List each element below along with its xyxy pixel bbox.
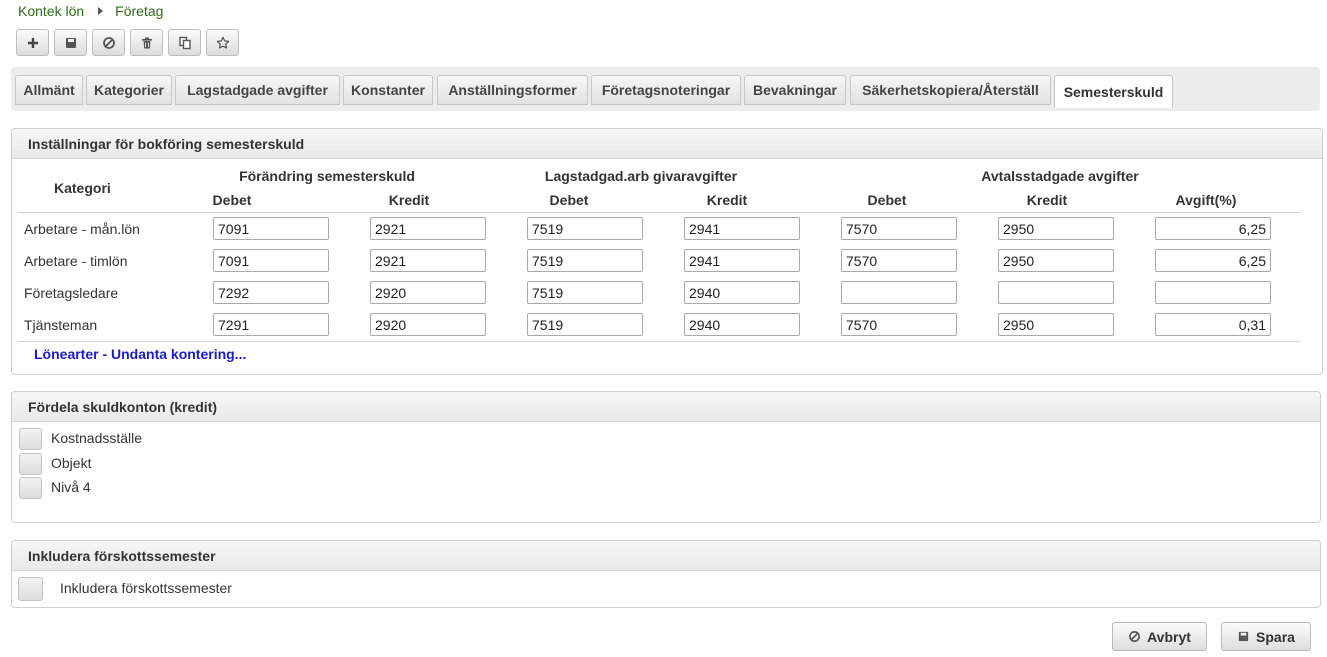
header-avtalsstadgade-avgifter: Avtalsstadgade avgifter bbox=[981, 168, 1139, 184]
save-icon bbox=[1238, 631, 1249, 642]
table-top-divider bbox=[18, 212, 1300, 213]
kredit-forandring-tjansteman[interactable] bbox=[370, 313, 486, 336]
debet-forandring-arbetare-timlon[interactable] bbox=[213, 249, 329, 272]
tab-foretagsnoteringar[interactable]: Företagsnoteringar bbox=[591, 75, 741, 105]
cancel-icon bbox=[1129, 631, 1141, 642]
breadcrumb-arrow-icon bbox=[98, 7, 104, 15]
bookkeeping-panel-title: Inställningar för bokföring semesterskul… bbox=[12, 129, 1322, 159]
kredit-avtal-arbetare-manlon[interactable] bbox=[998, 217, 1114, 240]
lonearter-undanta-link[interactable]: Lönearter - Undanta kontering... bbox=[34, 346, 246, 362]
kredit-forandring-foretagsledare[interactable] bbox=[370, 281, 486, 304]
kredit-lagstadgad-tjansteman[interactable] bbox=[684, 313, 800, 336]
delete-button[interactable] bbox=[130, 29, 163, 56]
row-label-tjansteman: Tjänsteman bbox=[24, 317, 98, 333]
breadcrumb-current[interactable]: Företag bbox=[115, 3, 163, 19]
kredit-avtal-arbetare-timlon[interactable] bbox=[998, 249, 1114, 272]
kredit-forandring-arbetare-manlon[interactable] bbox=[370, 217, 486, 240]
breadcrumb: Kontek lön Företag bbox=[18, 2, 163, 20]
subheader-debet-2: Debet bbox=[549, 192, 589, 208]
debet-lagstadgad-arbetare-timlon[interactable] bbox=[527, 249, 643, 272]
cancel-toolbar-button[interactable] bbox=[92, 29, 125, 56]
kredit-lagstadgad-arbetare-manlon[interactable] bbox=[684, 217, 800, 240]
debet-forandring-arbetare-manlon[interactable] bbox=[213, 217, 329, 240]
plus-icon bbox=[27, 37, 38, 48]
breadcrumb-root[interactable]: Kontek lön bbox=[18, 3, 84, 19]
table-bottom-divider bbox=[18, 341, 1300, 342]
header-forandring-semesterskuld: Förändring semesterskuld bbox=[239, 168, 415, 184]
star-icon bbox=[216, 36, 229, 49]
debet-lagstadgad-arbetare-manlon[interactable] bbox=[527, 217, 643, 240]
debet-lagstadgad-foretagsledare[interactable] bbox=[527, 281, 643, 304]
header-lagstadgad-givaravgifter: Lagstadgad.arb givaravgifter bbox=[544, 168, 738, 184]
tab-anstallningsformer[interactable]: Anställningsformer bbox=[437, 75, 588, 105]
subheader-debet-1: Debet bbox=[212, 192, 252, 208]
bookkeeping-panel: Inställningar för bokföring semesterskul… bbox=[11, 128, 1323, 375]
tab-bevakningar[interactable]: Bevakningar bbox=[744, 75, 846, 105]
kostnadsstalle-label: Kostnadsställe bbox=[51, 430, 143, 446]
avgift-arbetare-timlon[interactable] bbox=[1155, 249, 1271, 272]
niva4-checkbox[interactable] bbox=[19, 477, 42, 499]
avbryt-label: Avbryt bbox=[1147, 628, 1191, 645]
inkludera-forskottssemester-label: Inkludera förskottssemester bbox=[60, 580, 232, 596]
avbryt-button[interactable]: Avbryt bbox=[1112, 622, 1207, 651]
toolbar bbox=[16, 29, 239, 56]
debet-avtal-foretagsledare[interactable] bbox=[841, 281, 957, 304]
inkludera-forskottssemester-checkbox[interactable] bbox=[18, 577, 43, 601]
objekt-checkbox[interactable] bbox=[19, 453, 42, 475]
spara-button[interactable]: Spara bbox=[1221, 622, 1311, 651]
avgift-tjansteman[interactable] bbox=[1155, 313, 1271, 336]
debet-lagstadgad-tjansteman[interactable] bbox=[527, 313, 643, 336]
kredit-forandring-arbetare-timlon[interactable] bbox=[370, 249, 486, 272]
row-label-arbetare-manlon: Arbetare - mån.lön bbox=[24, 221, 140, 237]
debet-forandring-foretagsledare[interactable] bbox=[213, 281, 329, 304]
kredit-lagstadgad-arbetare-timlon[interactable] bbox=[684, 249, 800, 272]
objekt-label: Objekt bbox=[51, 455, 92, 471]
subheader-debet-3: Debet bbox=[867, 192, 907, 208]
kostnadsstalle-checkbox[interactable] bbox=[19, 428, 42, 450]
tab-lagstadgade-avgifter[interactable]: Lagstadgade avgifter bbox=[175, 75, 340, 105]
tab-konstanter[interactable]: Konstanter bbox=[343, 75, 433, 105]
debet-avtal-arbetare-manlon[interactable] bbox=[841, 217, 957, 240]
header-kategori: Kategori bbox=[54, 180, 111, 196]
tab-bar: Allmänt Kategorier Lagstadgade avgifter … bbox=[11, 67, 1320, 111]
kredit-lagstadgad-foretagsledare[interactable] bbox=[684, 281, 800, 304]
kredit-avtal-tjansteman[interactable] bbox=[998, 313, 1114, 336]
row-label-arbetare-timlon: Arbetare - timlön bbox=[24, 253, 128, 269]
spara-label: Spara bbox=[1256, 628, 1295, 645]
favorite-button[interactable] bbox=[206, 29, 239, 56]
row-label-foretagsledare: Företagsledare bbox=[24, 285, 119, 301]
trash-icon bbox=[141, 37, 152, 48]
subheader-kredit-2: Kredit bbox=[706, 192, 748, 208]
tab-kategorier[interactable]: Kategorier bbox=[86, 75, 172, 105]
include-panel: Inkludera förskottssemester Inkludera fö… bbox=[11, 540, 1321, 608]
copy-icon bbox=[178, 36, 191, 49]
debet-forandring-tjansteman[interactable] bbox=[213, 313, 329, 336]
tab-allmant[interactable]: Allmänt bbox=[15, 75, 83, 105]
subheader-kredit-1: Kredit bbox=[388, 192, 430, 208]
subheader-avgift: Avgift(%) bbox=[1175, 192, 1237, 208]
avgift-arbetare-manlon[interactable] bbox=[1155, 217, 1271, 240]
debet-avtal-tjansteman[interactable] bbox=[841, 313, 957, 336]
distribute-panel-title: Fördela skuldkonton (kredit) bbox=[12, 392, 1320, 422]
copy-button[interactable] bbox=[168, 29, 201, 56]
save-icon bbox=[65, 37, 76, 48]
include-panel-title: Inkludera förskottssemester bbox=[12, 541, 1320, 571]
kredit-avtal-foretagsledare[interactable] bbox=[998, 281, 1114, 304]
niva4-label: Nivå 4 bbox=[51, 479, 91, 495]
debet-avtal-arbetare-timlon[interactable] bbox=[841, 249, 957, 272]
cancel-icon bbox=[102, 36, 115, 49]
tab-sakerhetskopiera[interactable]: Säkerhetskopiera/Återställ bbox=[850, 75, 1051, 105]
tab-semesterskuld[interactable]: Semesterskuld bbox=[1054, 75, 1173, 108]
distribute-panel: Fördela skuldkonton (kredit) Kostnadsstä… bbox=[11, 391, 1321, 523]
subheader-kredit-3: Kredit bbox=[1026, 192, 1068, 208]
add-button[interactable] bbox=[16, 29, 49, 56]
avgift-foretagsledare[interactable] bbox=[1155, 281, 1271, 304]
save-toolbar-button[interactable] bbox=[54, 29, 87, 56]
